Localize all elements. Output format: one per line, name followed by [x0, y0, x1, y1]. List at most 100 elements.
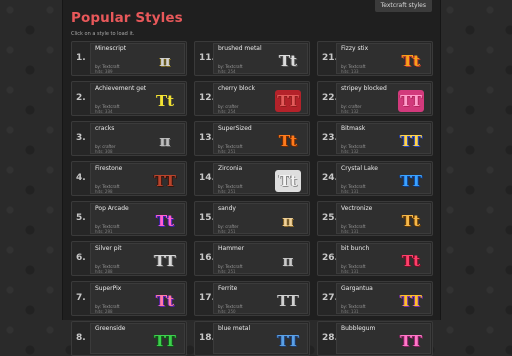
style-preview-thumbnail[interactable]: TT — [152, 170, 178, 192]
style-card-body[interactable]: cherry block by: crafter hits: 254 TT — [213, 83, 308, 114]
style-card-body[interactable]: Vectronize by: Textcraft hits: 131 Tt — [336, 203, 431, 234]
style-card-body[interactable]: Firestone by: Textcraft hits: 298 TT — [90, 163, 185, 194]
style-card[interactable]: 3. cracks by: crafter hits: 308 π — [71, 121, 187, 156]
style-card[interactable]: 21. Fizzy stix by: Textcraft hits: 133 T… — [317, 41, 433, 76]
style-card[interactable]: 27. Gargantua by: Textcraft hits: 131 TT — [317, 281, 433, 316]
style-name[interactable]: Ferrite — [218, 285, 237, 292]
style-preview-thumbnail[interactable]: Tt — [275, 170, 301, 192]
style-card[interactable]: 4. Firestone by: Textcraft hits: 298 TT — [71, 161, 187, 196]
style-preview-thumbnail[interactable]: Tt — [152, 90, 178, 112]
style-card[interactable]: 14. Zirconia by: Textcraft hits: 251 Tt — [194, 161, 310, 196]
style-card-body[interactable]: brushed metal by: Textcraft hits: 254 Tt — [213, 43, 308, 74]
style-preview-thumbnail[interactable]: TT — [152, 250, 178, 272]
style-name[interactable]: Zirconia — [218, 165, 242, 172]
style-name[interactable]: brushed metal — [218, 45, 262, 52]
style-card-body[interactable]: Silver pit by: Textcraft hits: 288 TT — [90, 243, 185, 274]
style-preview-thumbnail[interactable]: TT — [152, 330, 178, 352]
style-name[interactable]: Achievement get — [95, 85, 146, 92]
style-name[interactable]: blue metal — [218, 325, 250, 332]
style-preview-thumbnail[interactable]: TT — [398, 330, 424, 352]
style-card[interactable]: 11. brushed metal by: Textcraft hits: 25… — [194, 41, 310, 76]
style-card[interactable]: 1. Minescript by: Textcraft hits: 389 π — [71, 41, 187, 76]
style-card[interactable]: 16. Hammer by: Textcraft hits: 251 π — [194, 241, 310, 276]
style-name[interactable]: Fizzy stix — [341, 45, 368, 52]
style-card[interactable]: 13. SuperSized by: Textcraft hits: 251 T… — [194, 121, 310, 156]
style-preview-thumbnail[interactable]: TT — [398, 90, 424, 112]
style-card[interactable]: 28. Bubblegum TT — [317, 321, 433, 356]
style-name[interactable]: sandy — [218, 205, 236, 212]
style-card-body[interactable]: Achievement get by: Textcraft hits: 334 … — [90, 83, 185, 114]
style-name[interactable]: SuperSized — [218, 125, 252, 132]
style-card-body[interactable]: SuperPix by: Textcraft hits: 288 Tt — [90, 283, 185, 314]
style-card[interactable]: 6. Silver pit by: Textcraft hits: 288 TT — [71, 241, 187, 276]
style-preview-thumbnail[interactable]: TT — [275, 90, 301, 112]
style-card[interactable]: 17. Ferrite by: Textcraft hits: 250 TT — [194, 281, 310, 316]
style-card-body[interactable]: SuperSized by: Textcraft hits: 251 Tt — [213, 123, 308, 154]
style-preview-thumbnail[interactable]: π — [275, 250, 301, 272]
style-name[interactable]: Bubblegum — [341, 325, 375, 332]
style-preview-thumbnail[interactable]: Tt — [152, 290, 178, 312]
style-card-body[interactable]: Zirconia by: Textcraft hits: 251 Tt — [213, 163, 308, 194]
style-preview-thumbnail[interactable]: TT — [398, 290, 424, 312]
style-name[interactable]: cracks — [95, 125, 114, 132]
style-card-body[interactable]: Fizzy stix by: Textcraft hits: 133 Tt — [336, 43, 431, 74]
style-card-body[interactable]: bit bunch by: Textcraft hits: 131 Tt — [336, 243, 431, 274]
style-name[interactable]: SuperPix — [95, 285, 121, 292]
style-preview-thumbnail[interactable]: Tt — [398, 250, 424, 272]
style-card-body[interactable]: Bubblegum TT — [336, 323, 431, 354]
style-card[interactable]: 26. bit bunch by: Textcraft hits: 131 Tt — [317, 241, 433, 276]
site-tag[interactable]: Textcraft styles — [374, 0, 432, 12]
style-name[interactable]: Minescript — [95, 45, 126, 52]
style-preview-thumbnail[interactable]: Tt — [398, 210, 424, 232]
style-card-body[interactable]: Bitmask by: Textcraft hits: 132 TT — [336, 123, 431, 154]
style-name[interactable]: Hammer — [218, 245, 244, 252]
style-rank: 8. — [76, 333, 86, 343]
style-card[interactable]: 22. stripey blocked by: crafter hits: 13… — [317, 81, 433, 116]
style-preview-thumbnail[interactable]: TT — [275, 290, 301, 312]
style-name[interactable]: Gargantua — [341, 285, 373, 292]
style-preview-thumbnail[interactable]: π — [152, 50, 178, 72]
style-card-body[interactable]: Greenside TT — [90, 323, 185, 354]
style-card-body[interactable]: Minescript by: Textcraft hits: 389 π — [90, 43, 185, 74]
style-card-body[interactable]: cracks by: crafter hits: 308 π — [90, 123, 185, 154]
style-preview-glyph: π — [282, 252, 294, 270]
style-preview-thumbnail[interactable]: π — [275, 210, 301, 232]
style-name[interactable]: stripey blocked — [341, 85, 387, 92]
style-preview-thumbnail[interactable]: π — [152, 130, 178, 152]
style-card[interactable]: 24. Crystal Lake by: Textcraft hits: 131… — [317, 161, 433, 196]
style-preview-thumbnail[interactable]: Tt — [152, 210, 178, 232]
style-name[interactable]: bit bunch — [341, 245, 369, 252]
style-hits: hits: 291 — [95, 229, 113, 234]
style-card-body[interactable]: Ferrite by: Textcraft hits: 250 TT — [213, 283, 308, 314]
style-preview-thumbnail[interactable]: Tt — [275, 130, 301, 152]
style-name[interactable]: Crystal Lake — [341, 165, 378, 172]
style-card[interactable]: 18. blue metal TT — [194, 321, 310, 356]
style-name[interactable]: Vectronize — [341, 205, 372, 212]
style-preview-thumbnail[interactable]: TT — [398, 170, 424, 192]
style-card[interactable]: 25. Vectronize by: Textcraft hits: 131 T… — [317, 201, 433, 236]
style-card[interactable]: 15. sandy by: crafter hits: 251 π — [194, 201, 310, 236]
style-preview-thumbnail[interactable]: Tt — [398, 50, 424, 72]
style-card-body[interactable]: stripey blocked by: crafter hits: 132 TT — [336, 83, 431, 114]
style-preview-thumbnail[interactable]: TT — [398, 130, 424, 152]
style-name[interactable]: Greenside — [95, 325, 125, 332]
style-card-body[interactable]: Pop Arcade by: Textcraft hits: 291 Tt — [90, 203, 185, 234]
style-preview-thumbnail[interactable]: Tt — [275, 50, 301, 72]
style-card-body[interactable]: sandy by: crafter hits: 251 π — [213, 203, 308, 234]
style-card[interactable]: 5. Pop Arcade by: Textcraft hits: 291 Tt — [71, 201, 187, 236]
style-card[interactable]: 8. Greenside TT — [71, 321, 187, 356]
style-card-body[interactable]: Crystal Lake by: Textcraft hits: 131 TT — [336, 163, 431, 194]
style-card[interactable]: 12. cherry block by: crafter hits: 254 T… — [194, 81, 310, 116]
style-card[interactable]: 2. Achievement get by: Textcraft hits: 3… — [71, 81, 187, 116]
style-name[interactable]: Silver pit — [95, 245, 122, 252]
style-card-body[interactable]: Gargantua by: Textcraft hits: 131 TT — [336, 283, 431, 314]
style-name[interactable]: cherry block — [218, 85, 255, 92]
style-card-body[interactable]: blue metal TT — [213, 323, 308, 354]
style-name[interactable]: Bitmask — [341, 125, 365, 132]
style-card[interactable]: 7. SuperPix by: Textcraft hits: 288 Tt — [71, 281, 187, 316]
style-preview-thumbnail[interactable]: TT — [275, 330, 301, 352]
style-card-body[interactable]: Hammer by: Textcraft hits: 251 π — [213, 243, 308, 274]
style-card[interactable]: 23. Bitmask by: Textcraft hits: 132 TT — [317, 121, 433, 156]
style-name[interactable]: Firestone — [95, 165, 122, 172]
style-name[interactable]: Pop Arcade — [95, 205, 129, 212]
